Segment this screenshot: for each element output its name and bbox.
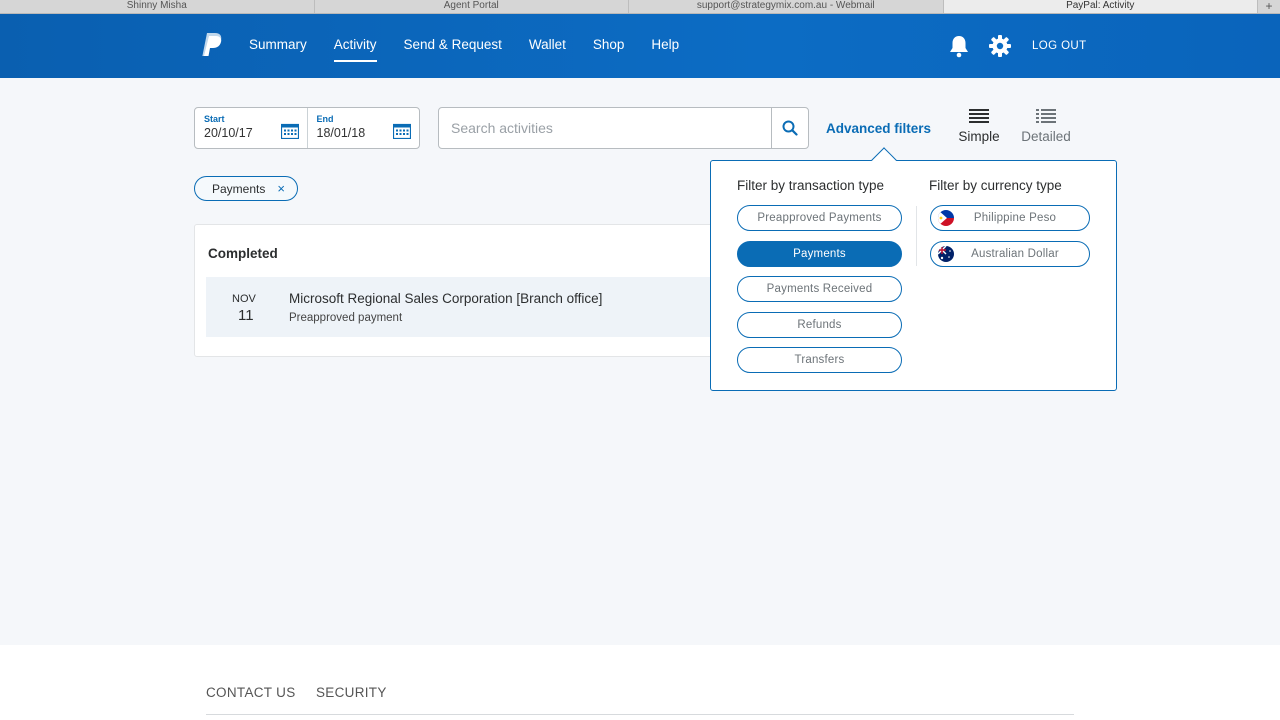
nav-help[interactable]: Help	[651, 14, 679, 78]
advanced-filters-popover: Filter by transaction type Filter by cur…	[710, 147, 1117, 391]
view-detailed-label: Detailed	[1021, 129, 1071, 144]
currency-label: Australian Dollar	[971, 248, 1059, 260]
site-header: Summary Activity Send & Request Wallet S…	[0, 14, 1280, 78]
browser-tab[interactable]: Agent Portal	[315, 0, 629, 13]
advanced-filters-link[interactable]: Advanced filters	[826, 121, 931, 136]
transaction-type-title: Filter by transaction type	[737, 178, 885, 193]
browser-tab-bar: Shinny Misha Agent Portal support@strate…	[0, 0, 1280, 14]
search-box	[438, 107, 809, 149]
main-nav: Summary Activity Send & Request Wallet S…	[249, 14, 706, 78]
australia-flag-icon	[938, 246, 954, 262]
search-input[interactable]	[439, 108, 772, 148]
view-simple-button[interactable]: Simple	[958, 109, 1000, 144]
nav-shop[interactable]: Shop	[593, 14, 625, 78]
currency-australian-dollar[interactable]: Australian Dollar	[930, 241, 1090, 267]
filter-transfers[interactable]: Transfers	[737, 347, 902, 373]
currency-label: Philippine Peso	[973, 212, 1057, 224]
transaction-row[interactable]: NOV 11 Microsoft Regional Sales Corporat…	[206, 277, 714, 337]
footer-divider	[206, 714, 1074, 715]
philippines-flag-icon	[938, 210, 954, 226]
search-button[interactable]	[771, 108, 808, 148]
filter-chip-label: Payments	[212, 181, 266, 196]
contact-us-link[interactable]: CONTACT US	[206, 685, 296, 700]
logout-link[interactable]: LOG OUT	[1032, 40, 1087, 52]
section-title: Completed	[208, 246, 278, 261]
activity-page: Start 20/10/17 End 18/01/18 Search activ…	[0, 78, 1280, 645]
results-card: Completed NOV 11 Microsoft Regional Sale…	[194, 224, 714, 357]
nav-activity[interactable]: Activity	[333, 14, 377, 78]
end-date-field[interactable]: End 18/01/18	[306, 108, 420, 148]
browser-tab[interactable]: support@strategymix.com.au - Webmail	[629, 0, 944, 13]
column-divider	[916, 206, 917, 266]
currency-philippine-peso[interactable]: Philippine Peso	[930, 205, 1090, 231]
new-tab-button[interactable]: +	[1258, 0, 1280, 13]
start-date-field[interactable]: Start 20/10/17	[195, 108, 307, 148]
gear-icon[interactable]	[988, 34, 1012, 58]
paypal-logo[interactable]	[201, 32, 223, 58]
view-detailed-button[interactable]: Detailed	[1018, 109, 1074, 144]
site-footer: CONTACT US SECURITY	[0, 645, 1280, 720]
transaction-day: 11	[238, 307, 254, 324]
filter-payments[interactable]: Payments	[737, 241, 902, 267]
view-simple-label: Simple	[958, 129, 1000, 144]
nav-send-request[interactable]: Send & Request	[404, 14, 502, 78]
browser-tab-active[interactable]: PayPal: Activity	[943, 0, 1258, 13]
nav-wallet[interactable]: Wallet	[529, 14, 566, 78]
popover-arrow	[871, 147, 897, 173]
transaction-month: NOV	[232, 293, 256, 305]
detailed-list-icon	[1036, 109, 1056, 123]
simple-list-icon	[969, 109, 989, 123]
transaction-name: Microsoft Regional Sales Corporation [Br…	[289, 291, 603, 306]
search-icon	[782, 120, 798, 136]
filter-payments-received[interactable]: Payments Received	[737, 276, 902, 302]
browser-tab[interactable]: Shinny Misha	[0, 0, 315, 13]
calendar-icon[interactable]	[393, 123, 411, 139]
transaction-type: Preapproved payment	[289, 312, 403, 324]
filter-refunds[interactable]: Refunds	[737, 312, 902, 338]
active-filter-chip: Payments ×	[194, 176, 298, 201]
bell-icon[interactable]	[948, 34, 970, 58]
remove-filter-icon[interactable]: ×	[277, 181, 285, 196]
filter-preapproved-payments[interactable]: Preapproved Payments	[737, 205, 902, 231]
calendar-icon[interactable]	[280, 123, 299, 139]
date-range-picker: Start 20/10/17 End 18/01/18	[194, 107, 420, 149]
currency-type-title: Filter by currency type	[929, 178, 1062, 193]
security-link[interactable]: SECURITY	[316, 685, 387, 700]
nav-summary[interactable]: Summary	[249, 14, 307, 78]
